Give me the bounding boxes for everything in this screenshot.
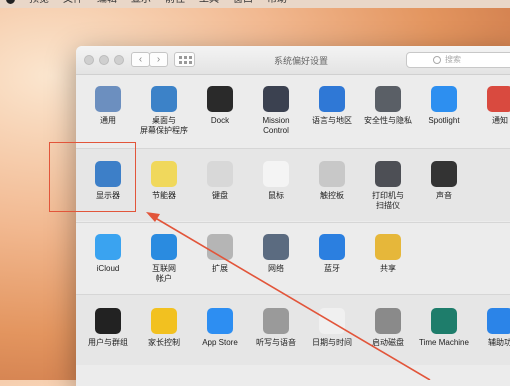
annotation-arrow [146, 212, 431, 380]
